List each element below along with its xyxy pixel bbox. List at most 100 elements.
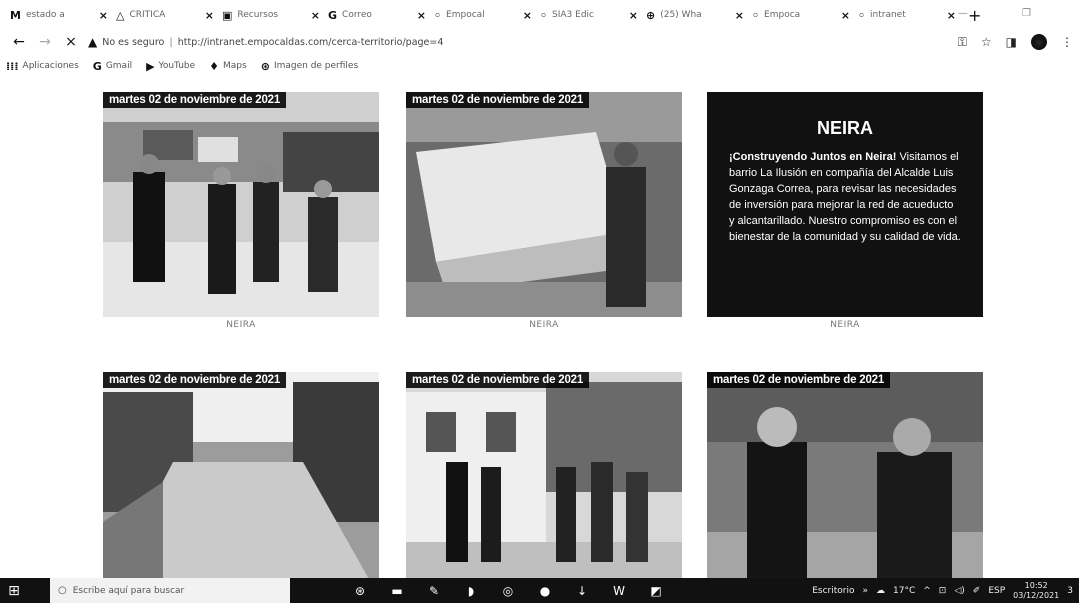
warning-icon[interactable]: ▲ (88, 35, 97, 49)
close-icon[interactable]: × (629, 9, 638, 22)
network-icon[interactable]: ⊡ (939, 586, 947, 596)
stop-loading-button[interactable]: × (58, 34, 84, 50)
chevron-right-icon[interactable]: » (862, 586, 868, 596)
weather-temp[interactable]: 17°C (893, 586, 915, 596)
maximize-icon[interactable]: ❐ (1022, 8, 1031, 19)
minimize-icon[interactable]: — (958, 8, 968, 19)
url-input[interactable]: http://intranet.empocaldas.com/cerca-ter… (178, 37, 444, 48)
browser-tab[interactable]: ◦ SIA3 Edic × (536, 4, 642, 26)
forward-button[interactable]: → (32, 34, 58, 50)
desktop-toolbar[interactable]: Escritorio (812, 586, 854, 596)
photo-caption: NEIRA (529, 320, 559, 330)
close-icon[interactable]: × (311, 9, 320, 22)
chevron-up-icon[interactable]: ^ (923, 586, 931, 596)
globe-icon: ⊛ (260, 59, 270, 73)
notifications-badge[interactable]: 3 (1067, 586, 1073, 596)
app-icon[interactable]: ◩ (646, 581, 666, 601)
browser-tab[interactable]: ⊕ (25) Wha × (642, 4, 748, 26)
bookmark-label: Maps (223, 61, 247, 71)
site-icon: ◦ (858, 8, 866, 22)
app-icon[interactable]: ◎ (498, 581, 518, 601)
toolbar-actions: ⚿ ☆ ◨ ◉ ⋮ (958, 34, 1073, 50)
close-icon[interactable]: × (99, 9, 108, 22)
taskbar-search[interactable]: ○ Escribe aquí para buscar (50, 578, 290, 603)
new-tab-button[interactable]: + (968, 6, 981, 25)
key-icon[interactable]: ⚿ (958, 35, 967, 50)
weather-icon[interactable]: ☁ (876, 586, 885, 596)
search-icon: ○ (58, 585, 67, 596)
bookmark-maps[interactable]: ♦ Maps (209, 60, 247, 73)
url-separator: | (169, 36, 173, 48)
site-icon: ◦ (540, 8, 548, 22)
address-bar: ← → × ▲ No es seguro | http://intranet.e… (0, 30, 1079, 54)
app-icon[interactable]: ● (535, 581, 555, 601)
post-date: martes 02 de noviembre de 2021 (707, 372, 891, 388)
gallery-photo-card[interactable]: martes 02 de noviembre de 2021 (103, 372, 379, 578)
photo-water-tank-inspection (406, 92, 682, 317)
close-icon[interactable]: × (417, 9, 426, 22)
outlook-icon: G (328, 8, 338, 22)
file-explorer-icon[interactable]: ▬ (387, 581, 407, 601)
windows-taskbar: ⊞ ○ Escribe aquí para buscar ⊛ ▬ ✎ ◗ ◎ ●… (0, 578, 1079, 603)
more-menu-icon[interactable]: ⋮ (1061, 35, 1073, 49)
bookmark-gmail[interactable]: G Gmail (93, 60, 132, 73)
tab-title: Empoca (764, 10, 801, 20)
news-body: ¡Construyendo Juntos en Neira! Visitamos… (729, 149, 961, 245)
post-date: martes 02 de noviembre de 2021 (406, 372, 590, 388)
bookmark-youtube[interactable]: ▶ YouTube (146, 60, 195, 73)
back-button[interactable]: ← (6, 34, 32, 50)
close-icon[interactable]: × (947, 9, 956, 22)
post-date: martes 02 de noviembre de 2021 (103, 92, 287, 108)
browser-tab-active[interactable]: ◦ intranet × (854, 4, 960, 26)
clock[interactable]: 10:52 03/12/2021 (1013, 581, 1059, 601)
language-indicator[interactable]: ESP (988, 586, 1005, 596)
start-button[interactable]: ⊞ (0, 578, 28, 603)
close-icon[interactable]: × (735, 9, 744, 22)
reading-list-icon[interactable]: ◨ (1006, 35, 1017, 49)
maps-pin-icon: ♦ (209, 59, 220, 73)
volume-icon[interactable]: ◁) (954, 586, 964, 596)
browser-tab[interactable]: ▣ Recursos × (218, 4, 324, 26)
close-icon[interactable]: × (523, 9, 532, 22)
gallery-grid: martes 02 de noviembre de 2021 NEIRA mar… (0, 80, 1079, 578)
app-icon[interactable]: ◗ (461, 581, 481, 601)
paint-icon[interactable]: ✎ (424, 581, 444, 601)
post-date: martes 02 de noviembre de 2021 (406, 92, 590, 108)
youtube-icon: ▶ (146, 59, 155, 73)
bookmark-label: Gmail (105, 61, 133, 71)
gallery-photo-card[interactable]: martes 02 de noviembre de 2021 (103, 92, 379, 317)
bookmark-label: YouTube (158, 61, 196, 71)
security-status[interactable]: No es seguro (102, 37, 164, 48)
pinned-apps: ⊛ ▬ ✎ ◗ ◎ ● ↓ W ◩ (350, 581, 666, 601)
word-icon[interactable]: W (609, 581, 629, 601)
bookmark-star-icon[interactable]: ☆ (981, 35, 992, 49)
tab-title: Recursos (237, 10, 279, 20)
sheets-icon: ▣ (222, 8, 233, 22)
photo-caption: NEIRA (830, 320, 860, 330)
bookmark-apps[interactable]: ⁞⁞⁞ Aplicaciones (6, 60, 79, 73)
gallery-photo-card[interactable]: martes 02 de noviembre de 2021 (406, 372, 682, 578)
pen-icon[interactable]: ✐ (973, 586, 981, 596)
photo-caption: NEIRA (226, 320, 256, 330)
browser-tab[interactable]: M estado a × (6, 4, 112, 26)
photo-people-street (103, 92, 379, 317)
browser-tab[interactable]: △ CRITICA × (112, 4, 218, 26)
tab-title: (25) Wha (660, 10, 702, 20)
gallery-photo-card[interactable]: martes 02 de noviembre de 2021 (707, 372, 983, 578)
windows-logo-icon: ⊞ (8, 582, 20, 599)
news-text-card[interactable]: NEIRA ¡Construyendo Juntos en Neira! Vis… (707, 92, 983, 317)
browser-tab[interactable]: G Correo × (324, 4, 430, 26)
browser-tab[interactable]: ◦ Empocal × (430, 4, 536, 26)
bookmark-profile-images[interactable]: ⊛ Imagen de perfiles (261, 60, 358, 73)
task-view-icon[interactable]: ⊛ (350, 581, 370, 601)
gallery-photo-card[interactable]: martes 02 de noviembre de 2021 (406, 92, 682, 317)
tab-title: CRITICA (129, 10, 166, 20)
browser-tab[interactable]: ◦ Empoca × (748, 4, 854, 26)
site-icon: ◦ (434, 8, 442, 22)
profile-avatar[interactable]: ◉ (1031, 34, 1047, 50)
close-icon[interactable]: × (205, 9, 214, 22)
gmail-icon: M (10, 8, 21, 22)
downloads-icon[interactable]: ↓ (572, 581, 592, 601)
news-title: NEIRA (816, 118, 873, 138)
close-icon[interactable]: × (841, 9, 850, 22)
